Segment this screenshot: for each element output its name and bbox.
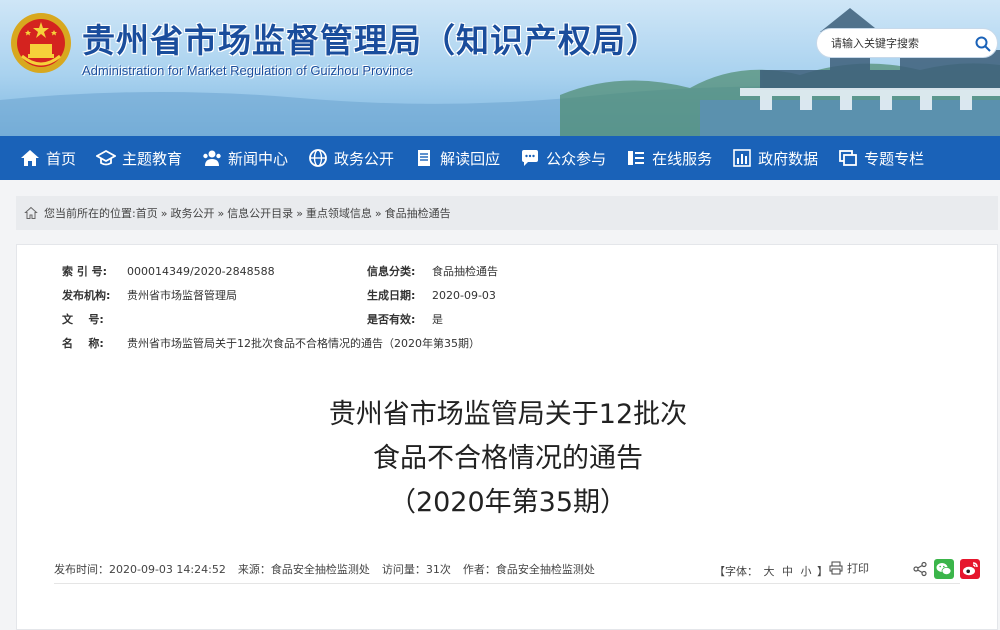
meta-valid: 是否有效: 是 — [367, 311, 672, 327]
nav-item-label: 公众参与 — [546, 149, 607, 168]
meta-date: 生成日期: 2020-09-03 — [367, 287, 672, 303]
breadcrumb-separator: » — [217, 206, 225, 220]
nav-item-label: 专题专栏 — [864, 149, 925, 168]
font-size-label: 【字体： — [714, 565, 758, 578]
search-box — [816, 28, 998, 58]
breadcrumb-link-info-directory[interactable]: 信息公开目录 — [227, 205, 293, 221]
document-title-line: （2020年第35期） — [388, 487, 628, 518]
list-icon — [628, 151, 645, 165]
font-size-control: 【字体： 大 中 小 】 — [714, 563, 828, 579]
nav-item-online-service[interactable]: 在线服务 — [606, 136, 712, 180]
document-title-line: 食品不合格情况的通告 — [373, 443, 643, 474]
meta-row: 文 号: 是否有效: 是 — [62, 307, 672, 331]
nav-item-government-affairs[interactable]: 政务公开 — [288, 136, 394, 180]
meta-name: 名 称: 贵州省市场监管局关于12批次食品不合格情况的通告（2020年第35期） — [62, 335, 480, 351]
meta-value: 是 — [432, 313, 443, 326]
breadcrumb-link-home[interactable]: 首页 — [136, 205, 158, 221]
main-nav: 首页 主题教育 新闻中心 政务公开 解读回应 公众参与 在线服务 政府数据 专题… — [0, 136, 1000, 180]
breadcrumb: 您当前所在的位置: 首页 » 政务公开 » 信息公开目录 » 重点领域信息 » … — [16, 196, 998, 230]
breadcrumb-link-key-areas[interactable]: 重点领域信息 — [306, 205, 372, 221]
nav-item-label: 首页 — [46, 149, 77, 168]
nav-item-label: 解读回应 — [440, 149, 501, 168]
meta-value: 食品抽检通告 — [432, 265, 498, 278]
site-title: 贵州省市场监督管理局（知识产权局） — [82, 21, 660, 60]
font-size-label-end: 】 — [817, 565, 828, 578]
home-icon — [21, 150, 39, 166]
document-title-line: 贵州省市场监管局关于12批次 — [328, 399, 688, 430]
meta-row: 名 称: 贵州省市场监管局关于12批次食品不合格情况的通告（2020年第35期） — [62, 331, 672, 355]
meta-row: 发布机构: 贵州省市场监督管理局 生成日期: 2020-09-03 — [62, 283, 672, 307]
meta-index: 索 引 号: 000014349/2020-2848588 — [62, 263, 367, 279]
breadcrumb-separator: » — [374, 206, 382, 220]
nav-item-label: 新闻中心 — [228, 149, 289, 168]
nav-item-special-topics[interactable]: 专题专栏 — [818, 136, 924, 180]
meta-category: 信息分类: 食品抽检通告 — [367, 263, 672, 279]
nav-item-label: 在线服务 — [652, 149, 713, 168]
nav-item-news[interactable]: 新闻中心 — [182, 136, 288, 180]
weibo-icon[interactable] — [960, 559, 980, 579]
font-size-small-button[interactable]: 小 — [801, 565, 812, 578]
nav-item-label: 主题教育 — [122, 149, 183, 168]
breadcrumb-prefix: 您当前所在的位置: — [44, 207, 136, 220]
article-author: 作者：食品安全抽检监测处 — [462, 562, 595, 576]
site-subtitle: Administration for Market Regulation of … — [82, 63, 413, 78]
article-content: 索 引 号: 000014349/2020-2848588 信息分类: 食品抽检… — [16, 244, 998, 630]
printer-icon — [829, 561, 843, 575]
meta-label: 是否有效: — [367, 313, 416, 326]
wechat-icon[interactable] — [934, 559, 954, 579]
nav-item-interpretation[interactable]: 解读回应 — [394, 136, 500, 180]
share-icons — [906, 559, 980, 579]
view-count: 访问量：31次 — [381, 562, 451, 576]
nav-item-label: 政务公开 — [334, 149, 395, 168]
document-icon — [418, 150, 431, 166]
breadcrumb-link-government-affairs[interactable]: 政务公开 — [170, 205, 214, 221]
users-icon — [203, 150, 221, 166]
nav-item-home[interactable]: 首页 — [0, 136, 76, 180]
bar-chart-icon — [733, 149, 751, 167]
article-source: 来源：食品安全抽检监测处 — [237, 562, 370, 576]
meta-value: 贵州省市场监督管理局 — [127, 289, 237, 302]
meta-label: 索 引 号: — [62, 265, 108, 278]
meta-value: 000014349/2020-2848588 — [127, 264, 275, 278]
meta-value: 2020-09-03 — [432, 288, 496, 302]
meta-label: 生成日期: — [367, 289, 416, 302]
national-emblem-icon — [11, 13, 71, 73]
breadcrumb-link-food-inspection[interactable]: 食品抽检通告 — [385, 205, 451, 221]
breadcrumb-separator: » — [160, 206, 168, 220]
publish-time: 发布时间：2020-09-03 14:24:52 — [54, 562, 226, 576]
globe-icon — [309, 149, 327, 167]
meta-label: 信息分类: — [367, 265, 416, 278]
windows-icon — [839, 150, 858, 166]
document-title: 贵州省市场监管局关于12批次 食品不合格情况的通告 （2020年第35期） — [17, 393, 999, 525]
article-info-bar: 发布时间：2020-09-03 14:24:52 来源：食品安全抽检监测处 访问… — [54, 554, 980, 584]
nav-item-government-data[interactable]: 政府数据 — [712, 136, 818, 180]
meta-value: 贵州省市场监管局关于12批次食品不合格情况的通告（2020年第35期） — [127, 337, 480, 350]
meta-docno: 文 号: — [62, 311, 367, 327]
font-size-large-button[interactable]: 大 — [764, 565, 775, 578]
search-input[interactable] — [831, 36, 971, 50]
breadcrumb-separator: » — [296, 206, 303, 220]
share-icon[interactable] — [912, 561, 928, 577]
search-icon[interactable] — [975, 36, 991, 52]
meta-label: 文 号: — [62, 313, 104, 326]
nav-item-theme-education[interactable]: 主题教育 — [76, 136, 182, 180]
font-size-medium-button[interactable]: 中 — [782, 565, 793, 578]
chat-icon — [522, 150, 539, 166]
meta-publisher: 发布机构: 贵州省市场监督管理局 — [62, 287, 367, 303]
meta-label: 名 称: — [62, 337, 104, 350]
nav-item-label: 政府数据 — [758, 149, 819, 168]
home-outline-icon — [24, 206, 38, 219]
meta-row: 索 引 号: 000014349/2020-2848588 信息分类: 食品抽检… — [62, 259, 672, 283]
meta-label: 发布机构: — [62, 289, 111, 302]
graduation-cap-icon — [96, 149, 117, 166]
nav-item-public-participation[interactable]: 公众参与 — [500, 136, 606, 180]
print-label: 打印 — [847, 562, 869, 575]
document-metadata: 索 引 号: 000014349/2020-2848588 信息分类: 食品抽检… — [62, 259, 672, 355]
print-button[interactable]: 打印 — [829, 560, 869, 576]
header-banner: 贵州省市场监督管理局（知识产权局） Administration for Mar… — [0, 0, 1000, 136]
